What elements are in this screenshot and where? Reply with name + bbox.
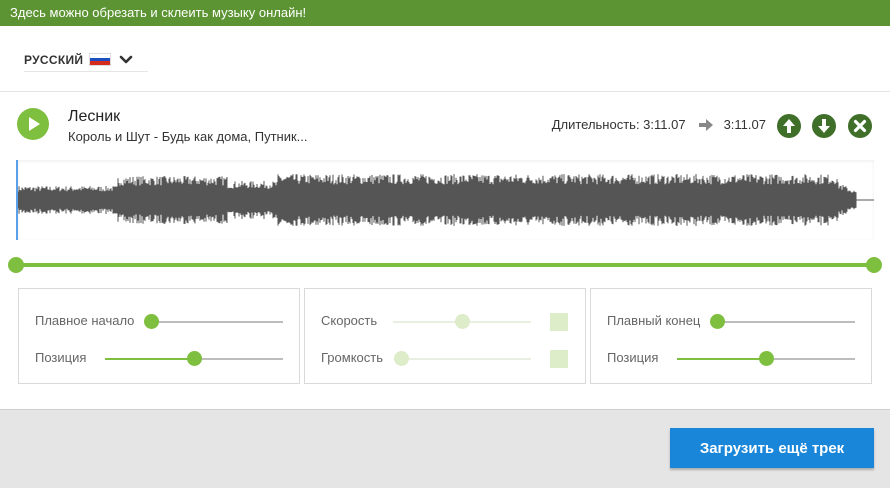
arrow-up-icon (783, 119, 795, 133)
banner-text: Здесь можно обрезать и склеить музыку он… (10, 5, 307, 20)
slider-knob[interactable] (394, 351, 409, 366)
fade-in-position-label: Позиция (35, 350, 87, 365)
track-title: Лесник (68, 108, 121, 125)
speed-row: Скорость (305, 311, 585, 331)
fade-in-slider[interactable] (144, 314, 283, 329)
slider-knob[interactable] (455, 314, 470, 329)
track-artist: Король и Шут - Будь как дома, Путник... (68, 129, 308, 144)
remove-track-button[interactable] (848, 114, 872, 138)
selection-range[interactable] (8, 257, 882, 273)
duration-info: Длительность: 3:11.07 3:11.07 (552, 117, 766, 132)
footer-bar: Загрузить ещё трек (0, 409, 890, 488)
speed-label: Скорость (321, 313, 378, 328)
language-label: РУССКИЙ (24, 52, 84, 67)
top-banner: Здесь можно обрезать и склеить музыку он… (0, 0, 890, 26)
selection-start-handle[interactable] (8, 257, 24, 273)
slider-knob[interactable] (187, 351, 202, 366)
track-editor: Лесник Король и Шут - Будь как дома, Пут… (0, 93, 890, 409)
fade-out-slider[interactable] (710, 314, 855, 329)
fade-in-position-slider[interactable] (105, 351, 283, 366)
play-button[interactable] (17, 108, 49, 140)
selection-end-handle[interactable] (866, 257, 882, 273)
close-icon (853, 119, 867, 133)
fade-out-position-slider[interactable] (677, 351, 855, 366)
play-icon (29, 117, 40, 131)
fade-in-panel: Плавное начало Позиция (18, 288, 300, 384)
slider-knob[interactable] (710, 314, 725, 329)
upload-another-track-button[interactable]: Загрузить ещё трек (670, 428, 874, 468)
slider-knob[interactable] (759, 351, 774, 366)
waveform-graph (17, 174, 874, 226)
volume-label: Громкость (321, 350, 383, 365)
language-selector[interactable]: РУССКИЙ (24, 48, 148, 72)
speed-slider[interactable] (393, 314, 531, 329)
speed-volume-panel: Скорость Громкость (304, 288, 586, 384)
fade-in-position-row: Позиция (19, 348, 299, 368)
speed-checkbox[interactable] (550, 313, 568, 331)
fade-in-row: Плавное начало (19, 311, 299, 331)
arrow-down-icon (818, 119, 830, 133)
move-down-button[interactable] (812, 114, 836, 138)
fade-out-position-row: Позиция (591, 348, 871, 368)
waveform[interactable] (16, 160, 874, 240)
arrow-right-icon (698, 118, 713, 131)
result-duration: 3:11.07 (723, 117, 766, 132)
russia-flag-icon (89, 53, 112, 66)
fade-in-label: Плавное начало (35, 313, 135, 328)
volume-slider[interactable] (394, 351, 531, 366)
fade-out-panel: Плавный конец Позиция (590, 288, 872, 384)
volume-checkbox[interactable] (550, 350, 568, 368)
duration-label: Длительность: 3:11.07 (551, 117, 686, 132)
fade-out-position-label: Позиция (607, 350, 659, 365)
chevron-down-icon (120, 55, 133, 63)
slider-knob[interactable] (144, 314, 159, 329)
fade-out-label: Плавный конец (607, 313, 701, 328)
fade-out-row: Плавный конец (591, 311, 871, 331)
language-bar: РУССКИЙ (0, 26, 890, 92)
volume-row: Громкость (305, 348, 585, 368)
move-up-button[interactable] (777, 114, 801, 138)
